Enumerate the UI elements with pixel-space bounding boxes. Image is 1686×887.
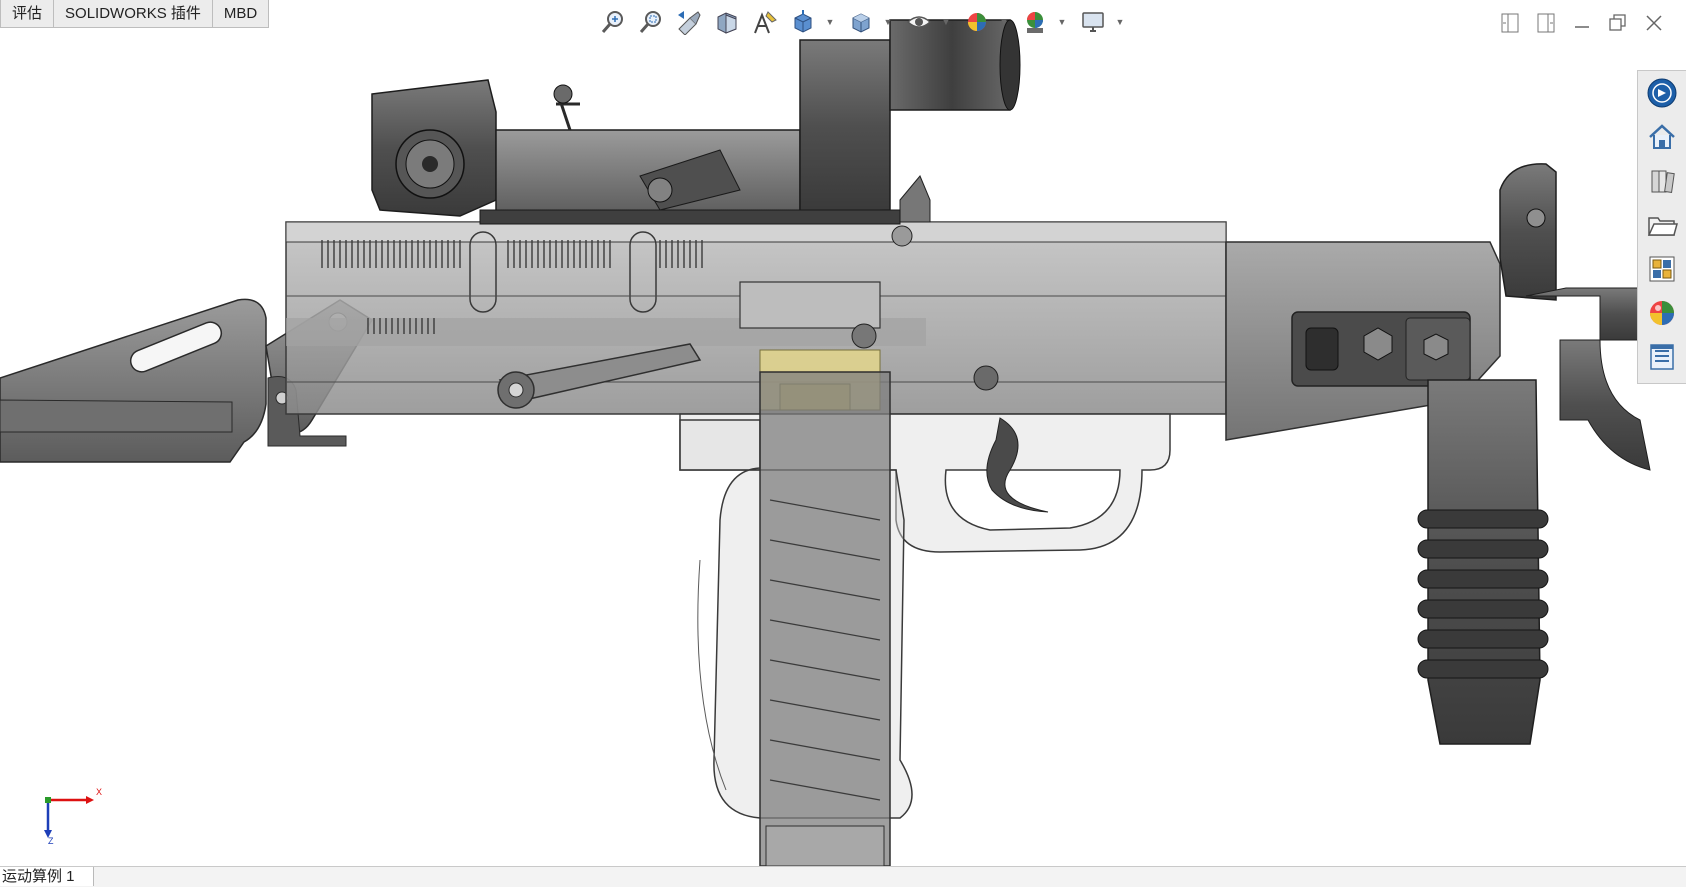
graphics-area[interactable] [0, 0, 1686, 867]
bottom-tab-bar: 运动算例 1 [0, 866, 1686, 887]
file-explorer-icon[interactable] [1638, 203, 1686, 247]
chevron-down-icon[interactable]: ▼ [998, 6, 1010, 38]
magazine [759, 371, 891, 867]
zoom-to-area-icon[interactable] [634, 6, 668, 38]
apply-scene-icon[interactable] [1018, 6, 1052, 38]
tab-mbd[interactable]: MBD [211, 0, 270, 28]
section-view-icon[interactable] [710, 6, 744, 38]
zoom-to-fit-icon[interactable] [596, 6, 630, 38]
triad-z-label: Z [48, 836, 54, 846]
triad-x-label: X [96, 787, 102, 797]
tile-right-icon[interactable] [1528, 8, 1564, 38]
custom-properties-icon[interactable] [1638, 335, 1686, 379]
task-pane-tabs [1637, 70, 1686, 384]
chevron-down-icon[interactable]: ▼ [1056, 6, 1068, 38]
reference-triad: X Z [36, 786, 106, 851]
heads-up-view-toolbar: ▼ ▼ ▼ ▼ ▼ ▼ [596, 6, 1134, 38]
edit-appearance-icon[interactable] [960, 6, 994, 38]
view-palette-icon[interactable] [1638, 247, 1686, 291]
view-settings-icon[interactable] [1076, 6, 1110, 38]
display-style-icon[interactable] [844, 6, 878, 38]
foregrip [1417, 379, 1549, 745]
dynamic-annotation-icon[interactable] [748, 6, 782, 38]
appearances-scenes-icon[interactable] [1638, 291, 1686, 335]
command-manager-tabs: 评估 SOLIDWORKS 插件 MBD [0, 0, 270, 28]
previous-view-icon[interactable] [672, 6, 706, 38]
motion-study-tab[interactable]: 运动算例 1 [0, 867, 94, 886]
hide-show-items-icon[interactable] [902, 6, 936, 38]
tile-left-icon[interactable] [1492, 8, 1528, 38]
close-icon[interactable] [1636, 8, 1672, 38]
chevron-down-icon[interactable]: ▼ [940, 6, 952, 38]
solidworks-resources-icon[interactable] [1638, 71, 1686, 115]
design-library-icon[interactable] [1638, 159, 1686, 203]
restore-icon[interactable] [1600, 8, 1636, 38]
chevron-down-icon[interactable]: ▼ [1114, 6, 1126, 38]
view-orientation-icon[interactable] [786, 6, 820, 38]
chevron-down-icon[interactable]: ▼ [882, 6, 894, 38]
home-icon[interactable] [1638, 115, 1686, 159]
minimize-icon[interactable] [1564, 8, 1600, 38]
window-controls [1492, 8, 1672, 38]
model-drawing [0, 19, 1686, 867]
tab-solidworks-addins[interactable]: SOLIDWORKS 插件 [53, 0, 213, 28]
lower-receiver [679, 365, 1171, 819]
tab-evaluate[interactable]: 评估 [0, 0, 55, 28]
chevron-down-icon[interactable]: ▼ [824, 6, 836, 38]
